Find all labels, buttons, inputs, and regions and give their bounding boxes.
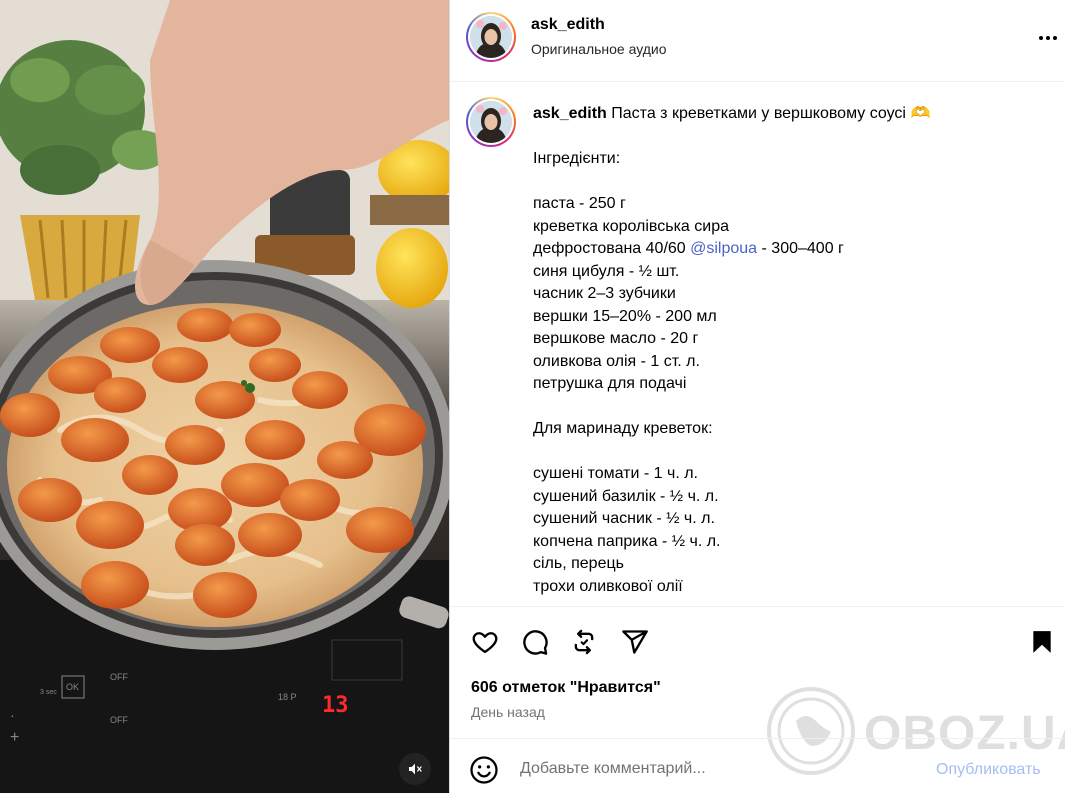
more-options-button[interactable] xyxy=(1036,26,1060,50)
muted-speaker-icon xyxy=(409,763,422,775)
cooktop-sec-label: 3 sec xyxy=(40,689,57,696)
caption-line: вершкове масло - 20 г xyxy=(533,330,699,347)
post-timestamp[interactable]: День назад xyxy=(471,704,545,720)
post-actions: 606 отметок "Нравится" День назад xyxy=(450,606,1065,738)
more-icon xyxy=(1039,36,1043,40)
emoji-button[interactable] xyxy=(469,755,499,785)
likes-count[interactable]: 606 отметок "Нравится" xyxy=(471,679,661,697)
caption-section: ask_edith Паста з креветками у вершковом… xyxy=(450,82,1065,606)
mention-link[interactable]: @silpoua xyxy=(690,240,757,257)
cooktop-ok-label: OK xyxy=(66,682,79,692)
svg-text:+: + xyxy=(10,729,19,746)
post-header: ask_edith Оригинальное аудио xyxy=(450,0,1065,82)
caption-line: часник 2–3 зубчики xyxy=(533,285,676,302)
caption-line: креветка королівська сира xyxy=(533,217,730,235)
caption-line: дефростована 40/60 @silpoua - 300–400 г xyxy=(533,238,1043,261)
bookmark-icon xyxy=(1033,631,1051,653)
caption-line: сушений базилік - ½ ч. л. xyxy=(533,487,719,505)
avatar[interactable] xyxy=(466,12,516,62)
cooktop-display: 13 xyxy=(322,693,349,718)
repost-button[interactable] xyxy=(568,626,600,658)
comment-icon xyxy=(523,630,548,655)
cooktop-18p-label: 18 P xyxy=(278,692,297,702)
publish-button[interactable]: Опубликовать xyxy=(936,761,1041,779)
comment-input[interactable] xyxy=(520,754,920,784)
caption-line: трохи оливкової олії xyxy=(533,577,683,595)
share-button[interactable] xyxy=(619,626,651,658)
emoji-icon xyxy=(470,756,498,784)
caption-title: Паста з креветками у вершковому соусі xyxy=(611,105,906,122)
caption-line: сушений часник - ½ ч. л. xyxy=(533,510,715,527)
comment-button[interactable] xyxy=(519,626,551,658)
caption-line: синя цибуля - ½ шт. xyxy=(533,262,680,280)
caption-lines: Інгредієнти: паста - 250 г креветка королі… xyxy=(533,126,1043,599)
svg-text:·: · xyxy=(10,707,15,723)
repost-icon xyxy=(574,629,594,655)
save-button[interactable] xyxy=(1026,626,1058,658)
caption-line: паста - 250 г xyxy=(533,195,626,212)
caption-line: вершки 15–20% - 200 мл xyxy=(533,307,717,325)
caption-avatar[interactable] xyxy=(466,97,516,147)
audio-label[interactable]: Оригинальное аудио xyxy=(531,41,667,57)
post-details-panel: ask_edith Оригинальное аудио ask_edith П… xyxy=(449,0,1065,793)
caption-line: петрушка для подачі xyxy=(533,375,687,392)
video-frame: OK OFF OFF 18 P 3 sec + · 13 xyxy=(0,0,449,793)
cooktop-off-label-1: OFF xyxy=(110,672,128,682)
caption-avatar-image xyxy=(470,101,512,143)
caption-line: оливкова олія - 1 ст. л. xyxy=(533,352,700,370)
caption-text: ask_edith Паста з креветками у вершковом… xyxy=(533,103,1043,598)
mute-button[interactable] xyxy=(399,753,431,785)
caption-line-text: - 300–400 г xyxy=(757,240,844,257)
heart-icon xyxy=(472,632,498,654)
avatar-image xyxy=(470,16,512,58)
caption-line: сіль, перець xyxy=(533,555,624,572)
post-video[interactable]: OK OFF OFF 18 P 3 sec + · 13 xyxy=(0,0,449,793)
caption-line: Інгредієнти: xyxy=(533,150,621,167)
caption-line-text: дефростована 40/60 xyxy=(533,240,691,257)
comment-bar: Опубликовать xyxy=(450,738,1065,793)
share-icon xyxy=(622,630,648,654)
like-button[interactable] xyxy=(469,626,501,658)
caption-line: Для маринаду креветок: xyxy=(533,420,713,437)
caption-line: сушені томати - 1 ч. л. xyxy=(533,465,698,482)
cooktop-off-label-2: OFF xyxy=(110,715,128,725)
caption-title-emoji: 🫶 xyxy=(910,105,931,122)
caption-line: копчена паприка - ½ ч. л. xyxy=(533,532,721,550)
caption-username[interactable]: ask_edith xyxy=(533,105,607,122)
post-username[interactable]: ask_edith xyxy=(531,16,605,34)
